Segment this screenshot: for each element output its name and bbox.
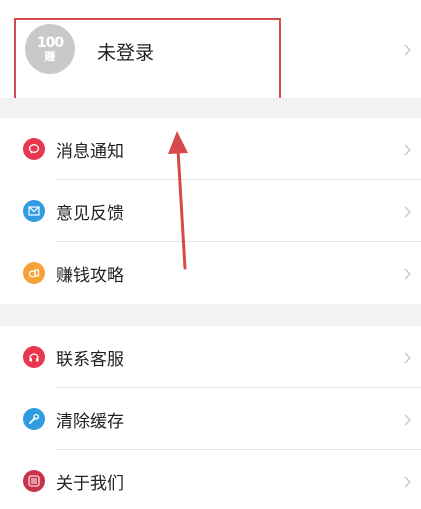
chevron-right-icon [403,206,413,218]
menu-item-message-notifications[interactable]: 消息通知 [0,118,421,180]
section-divider [0,98,421,118]
menu-item-label: 关于我们 [56,474,124,494]
menu-item-label: 清除缓存 [56,412,124,432]
settings-screen: 100 赚 未登录 消息通知 意见反馈 赚钱攻略 联系客服 清除缓存 关于我们 [0,0,421,509]
menu-item-label: 意见反馈 [56,204,124,224]
highlight-box [14,18,281,104]
chevron-right-icon [403,352,413,364]
chevron-right-icon [403,144,413,156]
message-bubble-icon [23,138,45,160]
mail-icon [23,200,45,222]
menu-item-customer-service[interactable]: 联系客服 [0,326,421,388]
section-divider [0,304,421,326]
chevron-right-icon [403,414,413,426]
menu-item-label: 联系客服 [56,350,124,370]
menu-item-about-us[interactable]: 关于我们 [0,450,421,509]
headset-icon [23,346,45,368]
chevron-right-icon [403,44,413,56]
wrench-icon [23,408,45,430]
chevron-right-icon [403,268,413,280]
coins-icon [23,262,45,284]
app-logo-icon [23,470,45,492]
menu-item-earning-guide[interactable]: 赚钱攻略 [0,242,421,304]
menu-item-label: 赚钱攻略 [56,266,124,286]
menu-item-label: 消息通知 [56,142,124,162]
menu-item-clear-cache[interactable]: 清除缓存 [0,388,421,450]
chevron-right-icon [403,476,413,488]
menu-item-feedback[interactable]: 意见反馈 [0,180,421,242]
